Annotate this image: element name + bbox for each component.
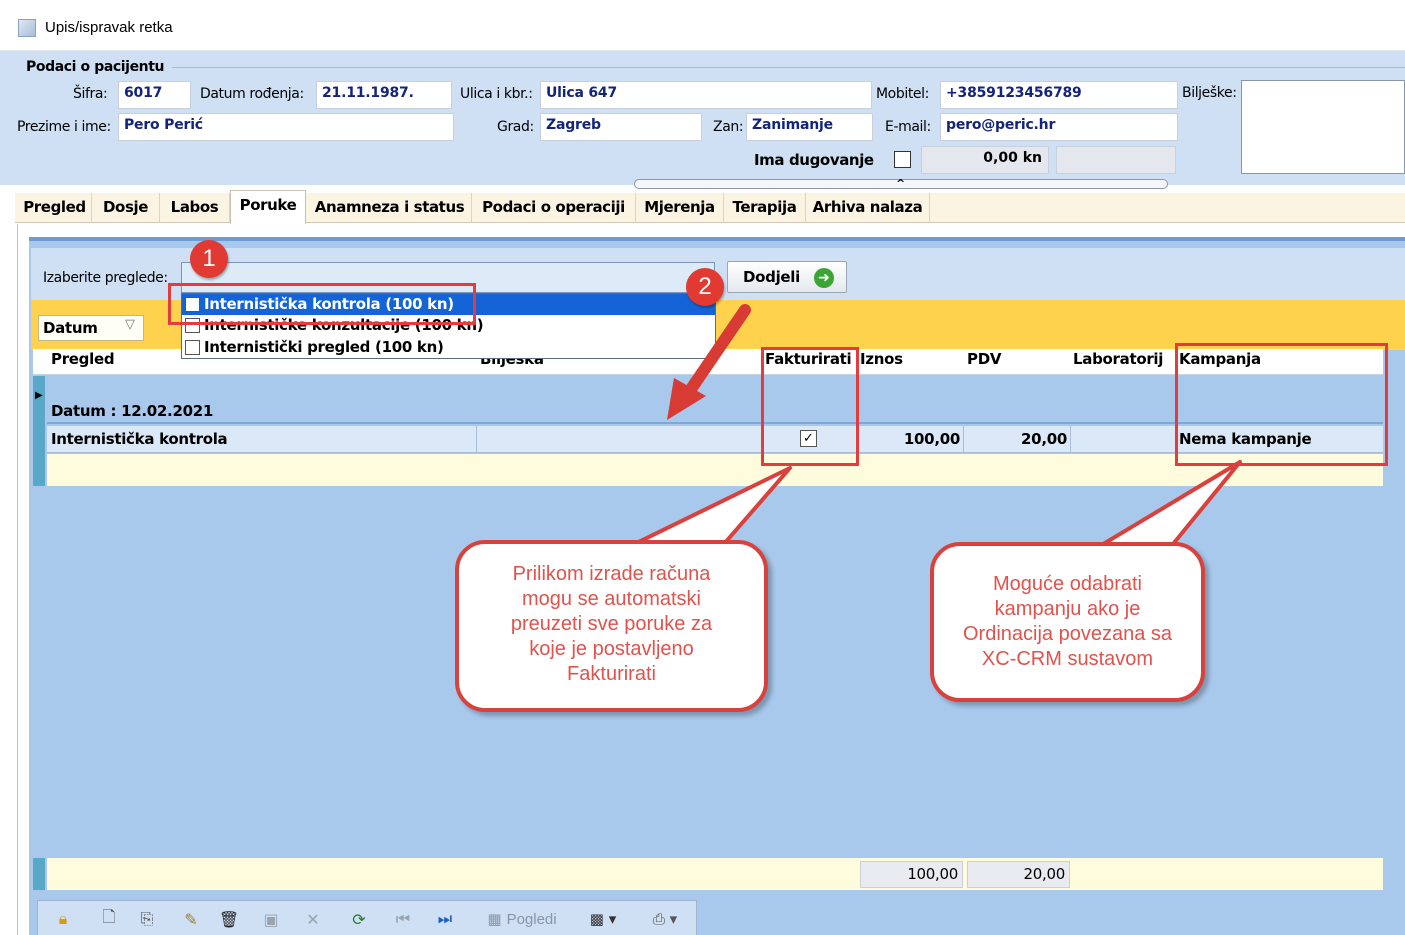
total-iznos: 100,00	[907, 865, 958, 883]
grid-icon: ▦	[487, 910, 502, 928]
dug-label: Ima dugovanje	[754, 151, 874, 169]
current-row-arrow-icon: ▶	[35, 390, 43, 401]
tab-dosje[interactable]: Dosje	[92, 193, 160, 223]
col-laboratorij[interactable]: Laboratorij	[1073, 350, 1163, 368]
row-sep-4	[1070, 426, 1071, 453]
chevron-up-icon: ^	[896, 177, 906, 190]
col-iznos[interactable]: Iznos	[860, 350, 903, 368]
group-by-datum-label: Datum	[43, 319, 98, 337]
tab-anamneza[interactable]: Anamneza i status	[308, 193, 472, 223]
total-pdv-box: 20,00	[967, 861, 1070, 888]
dob-label: Datum rođenja:	[200, 86, 304, 102]
cell-pdv: 20,00	[1021, 430, 1067, 448]
section-divider	[172, 67, 1405, 68]
tab-terapija[interactable]: Terapija	[724, 193, 806, 223]
dropdown-option-3[interactable]: Internistički pregled (100 kn)	[182, 337, 715, 358]
tab-operacija[interactable]: Podaci o operaciji	[472, 193, 636, 223]
sifra-field[interactable]: 6017	[118, 81, 191, 109]
window-title: Upis/ispravak retka	[45, 19, 173, 36]
zan-label: Zan:	[713, 119, 744, 135]
tab-poruke[interactable]: Poruke	[230, 191, 306, 221]
lock-icon[interactable]: 🔒︎	[50, 904, 76, 934]
biljeske-label: Bilješke:	[1182, 85, 1237, 101]
cell-iznos: 100,00	[903, 430, 960, 448]
callout-left: Prilikom izrade računa mogu se automatsk…	[455, 540, 768, 712]
delete-icon[interactable]: 🗑︎	[216, 904, 242, 934]
total-pdv: 20,00	[1023, 865, 1066, 883]
copy-icon[interactable]: ⎘	[134, 904, 160, 934]
email-label: E-mail:	[885, 119, 931, 135]
dug-checkbox[interactable]	[894, 151, 911, 168]
dodjeli-label: Dodjeli	[743, 268, 800, 286]
footer-indicator	[33, 858, 45, 890]
print-dropdown-icon[interactable]: ⎙ ▾	[640, 904, 690, 934]
mobitel-field[interactable]: +3859123456789	[940, 81, 1178, 109]
ime-label: Prezime i ime:	[17, 119, 111, 135]
col-pdv[interactable]: PDV	[967, 350, 1001, 368]
ulica-label: Ulica i kbr.:	[460, 86, 533, 102]
new-document-icon[interactable]: 🗋	[96, 904, 122, 934]
highlight-kampanja	[1175, 343, 1388, 466]
selector-label: Izaberite preglede:	[43, 270, 168, 286]
badge-1: 1	[190, 240, 228, 278]
cancel-icon[interactable]: ✕	[300, 904, 326, 934]
qr-dropdown-icon[interactable]: ▩ ▾	[578, 904, 628, 934]
save-icon[interactable]: ▣	[258, 904, 284, 934]
grad-field[interactable]: Zagreb	[540, 113, 702, 141]
callout-left-text: Prilikom izrade računa mogu se automatsk…	[510, 563, 713, 685]
email-field[interactable]: pero@peric.hr	[940, 113, 1178, 141]
dug-extra-field	[1056, 146, 1176, 174]
callout-right-text: Moguće odabrati kampanju ako je Ordinaci…	[962, 573, 1172, 670]
sifra-label: Šifra:	[73, 86, 108, 102]
pogledi-button[interactable]: ▦ Pogledi	[474, 904, 570, 934]
group-row-label: Datum : 12.02.2021	[51, 402, 213, 420]
ime-field[interactable]: Pero Perić	[118, 113, 454, 141]
last-record-icon[interactable]: ⏭	[432, 904, 458, 934]
refresh-icon[interactable]: ⟳	[346, 904, 372, 934]
dug-amount: 0,00 kn	[983, 150, 1042, 166]
row-sep-3	[963, 426, 964, 453]
title-bar: Upis/ispravak retka	[0, 8, 1405, 48]
mobitel-label: Mobitel:	[876, 86, 929, 102]
filter-icon: ▽	[125, 317, 135, 332]
col-pregled[interactable]: Pregled	[51, 350, 115, 368]
row-sep-1	[476, 426, 477, 453]
dug-amount-field: 0,00 kn	[921, 146, 1049, 174]
callout-right: Moguće odabrati kampanju ako je Ordinaci…	[930, 542, 1205, 702]
zan-field[interactable]: Zanimanje	[746, 113, 873, 141]
total-iznos-box: 100,00	[860, 861, 963, 888]
pogledi-label: Pogledi	[506, 910, 557, 928]
totals-row	[47, 858, 1383, 890]
patient-section-title: Podaci o pacijentu	[26, 59, 165, 75]
dob-field[interactable]: 21.11.1987.	[316, 81, 452, 109]
tab-pregled[interactable]: Pregled	[18, 193, 92, 223]
tab-mjerenja[interactable]: Mjerenja	[636, 193, 724, 223]
first-record-icon[interactable]: ⏮	[390, 904, 416, 934]
ulica-field[interactable]: Ulica 647	[540, 81, 872, 109]
option-3-checkbox[interactable]	[185, 340, 200, 355]
app-icon	[18, 19, 36, 37]
grad-label: Grad:	[497, 119, 534, 135]
group-by-datum[interactable]: Datum ▽	[38, 315, 144, 341]
biljeske-textarea[interactable]	[1241, 80, 1405, 174]
tab-labos[interactable]: Labos	[160, 193, 230, 223]
highlight-fakturirati	[761, 347, 859, 466]
option-3-label: Internistički pregled (100 kn)	[204, 338, 444, 356]
arrow-right-icon: ➜	[814, 268, 834, 288]
edit-document-icon[interactable]: ✎	[178, 904, 204, 934]
highlight-option-1	[168, 283, 476, 325]
cell-pregled: Internistička kontrola	[51, 430, 228, 448]
badge-2: 2	[686, 268, 724, 306]
dodjeli-button[interactable]: Dodjeli ➜	[727, 261, 847, 293]
tab-arhiva[interactable]: Arhiva nalaza	[806, 193, 930, 223]
